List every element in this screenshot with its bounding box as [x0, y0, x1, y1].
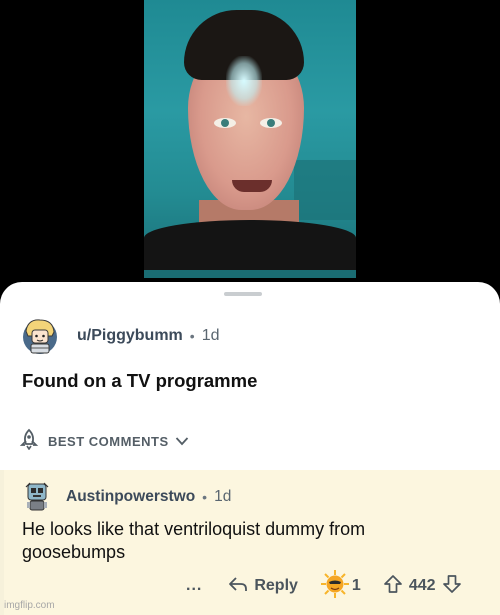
- sort-label: BEST COMMENTS: [48, 434, 169, 449]
- comment-sort-button[interactable]: BEST COMMENTS: [18, 428, 189, 455]
- award-count: 1: [351, 577, 361, 594]
- user-avatar[interactable]: [22, 317, 58, 355]
- post-header: u/Piggybumm • 1d: [22, 316, 219, 356]
- chevron-down-icon: [175, 433, 189, 451]
- more-options-button[interactable]: ...: [186, 577, 202, 595]
- upvote-arrow-icon[interactable]: [383, 574, 403, 599]
- reply-label: Reply: [254, 577, 298, 594]
- comment-body: He looks like that ventriloquist dummy f…: [22, 519, 366, 562]
- comment-header: Austinpowerstwo • 1d: [24, 482, 231, 512]
- comment-actions: ... Reply 1 442: [186, 569, 462, 599]
- commenter-avatar[interactable]: [24, 482, 50, 512]
- comment: Austinpowerstwo • 1d He looks like that …: [0, 470, 500, 615]
- separator-dot: •: [202, 489, 208, 505]
- downvote-arrow-icon[interactable]: [442, 574, 462, 599]
- sheet-grab-handle[interactable]: [224, 292, 262, 296]
- comment-age: 1d: [214, 488, 232, 505]
- sun-award-icon: [320, 569, 350, 604]
- post-media[interactable]: [0, 0, 500, 300]
- post-age: 1d: [201, 327, 220, 344]
- post-card: u/Piggybumm • 1d Found on a TV programme…: [0, 282, 500, 615]
- award-button[interactable]: 1: [320, 569, 361, 604]
- post-title: Found on a TV programme: [22, 370, 258, 391]
- vote-count: 442: [408, 577, 436, 594]
- reply-button[interactable]: Reply: [228, 575, 298, 598]
- vote-controls: 442: [383, 574, 462, 599]
- best-rocket-icon: [18, 428, 40, 455]
- post-image[interactable]: [144, 0, 356, 278]
- reply-arrow-icon: [228, 575, 248, 598]
- imgflip-watermark: imgflip.com: [4, 600, 55, 611]
- separator-dot: •: [189, 328, 195, 344]
- post-username[interactable]: u/Piggybumm: [77, 327, 183, 345]
- commenter-username[interactable]: Austinpowerstwo: [66, 488, 195, 506]
